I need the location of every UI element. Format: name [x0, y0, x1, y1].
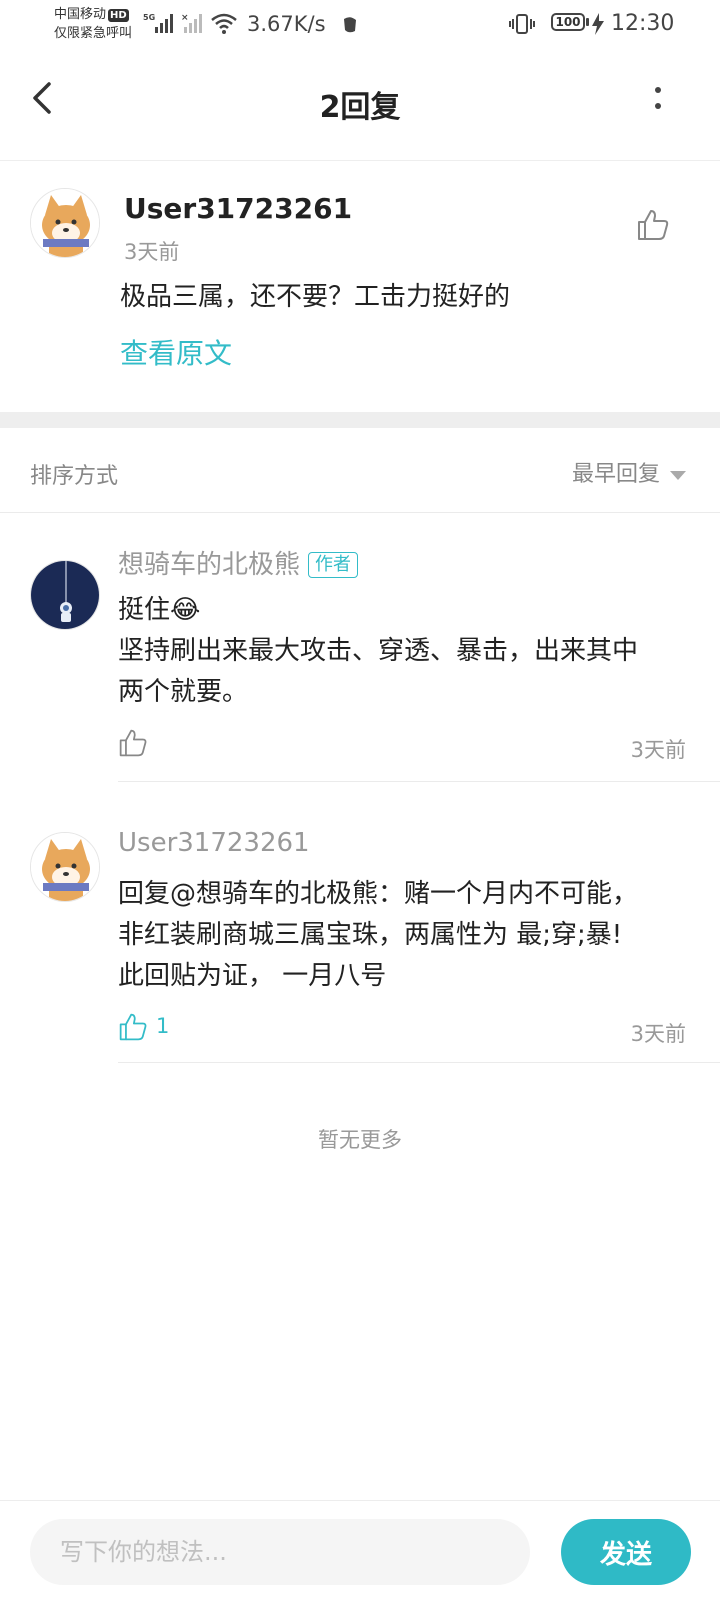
battery-tip	[586, 18, 589, 26]
reply-item: User31723261 回复@想骑车的北极熊：赌一个月内不可能， 非红装刷商城…	[0, 800, 720, 1070]
app-notification-icon	[344, 17, 356, 33]
svg-text:×: ×	[181, 13, 189, 23]
signal-5g-icon: 5G	[143, 13, 173, 33]
header: 2回复	[0, 56, 720, 161]
reply-line: 非红装刷商城三属宝珠，两属性为 最;穿;暴!	[118, 920, 623, 950]
signal-empty-icon: ×	[181, 13, 202, 33]
reply-divider	[118, 1062, 720, 1063]
sort-row: 排序方式 最早回复	[0, 428, 720, 513]
carrier-info: 中国移动 HD 仅限紧急呼叫	[54, 5, 132, 43]
battery-indicator: 100	[551, 13, 585, 31]
section-divider	[0, 412, 720, 428]
more-dot-icon	[655, 87, 661, 93]
page-title: 2回复	[319, 90, 401, 125]
sort-label: 排序方式	[30, 464, 119, 489]
reply-username[interactable]: 想骑车的北极熊 作者	[118, 544, 359, 581]
wifi-icon	[211, 13, 237, 34]
reply-divider	[118, 781, 720, 782]
reply-line: 坚持刷出来最大攻击、穿透、暴击，出来其中	[118, 636, 639, 666]
net-speed: 3.67K/s	[247, 12, 326, 36]
avatar[interactable]	[30, 560, 100, 630]
comment-input[interactable]	[30, 1519, 530, 1585]
original-comment: User31723261 3天前 极品三属，还不要？工击力挺好的 查看原文	[0, 160, 720, 410]
like-button[interactable]	[636, 208, 670, 242]
shiba-avatar-icon	[31, 189, 99, 257]
comment-time: 3天前	[124, 240, 180, 264]
reply-text: 回复@想骑车的北极熊：赌一个月内不可能， 非红装刷商城三属宝珠，两属性为 最;穿…	[118, 874, 698, 997]
shiba-avatar-icon	[31, 833, 99, 901]
reply-line: 两个就要。	[118, 677, 249, 707]
reply-line: 回复@想骑车的北极熊：赌一个月内不可能，	[118, 879, 639, 909]
charging-icon	[592, 13, 604, 35]
thumbs-up-active-icon	[119, 1013, 147, 1041]
astronaut-avatar-icon	[31, 561, 99, 629]
reply-line: 挺住😂	[118, 595, 201, 625]
author-badge: 作者	[308, 552, 359, 578]
reply-time: 3天前	[630, 1022, 686, 1046]
clock: 12:30	[611, 11, 675, 36]
reply-line: 此回贴为证， 一月八号	[118, 961, 387, 991]
reply-time: 3天前	[630, 738, 686, 762]
thumbs-up-icon	[638, 210, 669, 240]
sort-dropdown[interactable]: 最早回复	[571, 456, 686, 487]
reply-detail-screen: 中国移动 HD 仅限紧急呼叫 5G × 3.67K/s 100 12:30 2回…	[0, 0, 720, 1600]
caret-down-icon	[670, 470, 686, 480]
reply-username[interactable]: User31723261	[118, 828, 310, 858]
avatar[interactable]	[30, 188, 100, 258]
vibrate-icon	[509, 14, 535, 34]
carrier-name: 中国移动	[54, 7, 107, 22]
reply-username-text: 想骑车的北极熊	[118, 550, 301, 580]
more-dot-icon	[655, 103, 661, 109]
send-button[interactable]: 发送	[561, 1519, 691, 1585]
view-original-link[interactable]: 查看原文	[120, 332, 232, 372]
no-more-text: 暂无更多	[318, 1128, 402, 1152]
status-bar: 中国移动 HD 仅限紧急呼叫 5G × 3.67K/s 100 12:30	[0, 0, 720, 50]
comment-composer: 发送	[0, 1500, 720, 1600]
reply-like-button[interactable]	[118, 728, 148, 760]
hd-badge: HD	[108, 9, 129, 22]
comment-text: 极品三属，还不要？工击力挺好的	[120, 282, 511, 312]
thumbs-up-icon	[119, 729, 147, 757]
reply-like-button[interactable]: 1	[118, 1012, 198, 1044]
svg-text:5G: 5G	[143, 13, 155, 22]
avatar[interactable]	[30, 832, 100, 902]
comment-username[interactable]: User31723261	[124, 192, 352, 225]
reply-text: 挺住😂 坚持刷出来最大攻击、穿透、暴击，出来其中 两个就要。	[118, 590, 698, 713]
reply-item: 想骑车的北极熊 作者 挺住😂 坚持刷出来最大攻击、穿透、暴击，出来其中 两个就要。…	[0, 512, 720, 782]
like-count: 1	[156, 1014, 170, 1038]
more-options-button[interactable]	[648, 82, 668, 122]
sort-selected-value: 最早回复	[571, 462, 660, 487]
carrier-status: 仅限紧急呼叫	[54, 26, 133, 41]
